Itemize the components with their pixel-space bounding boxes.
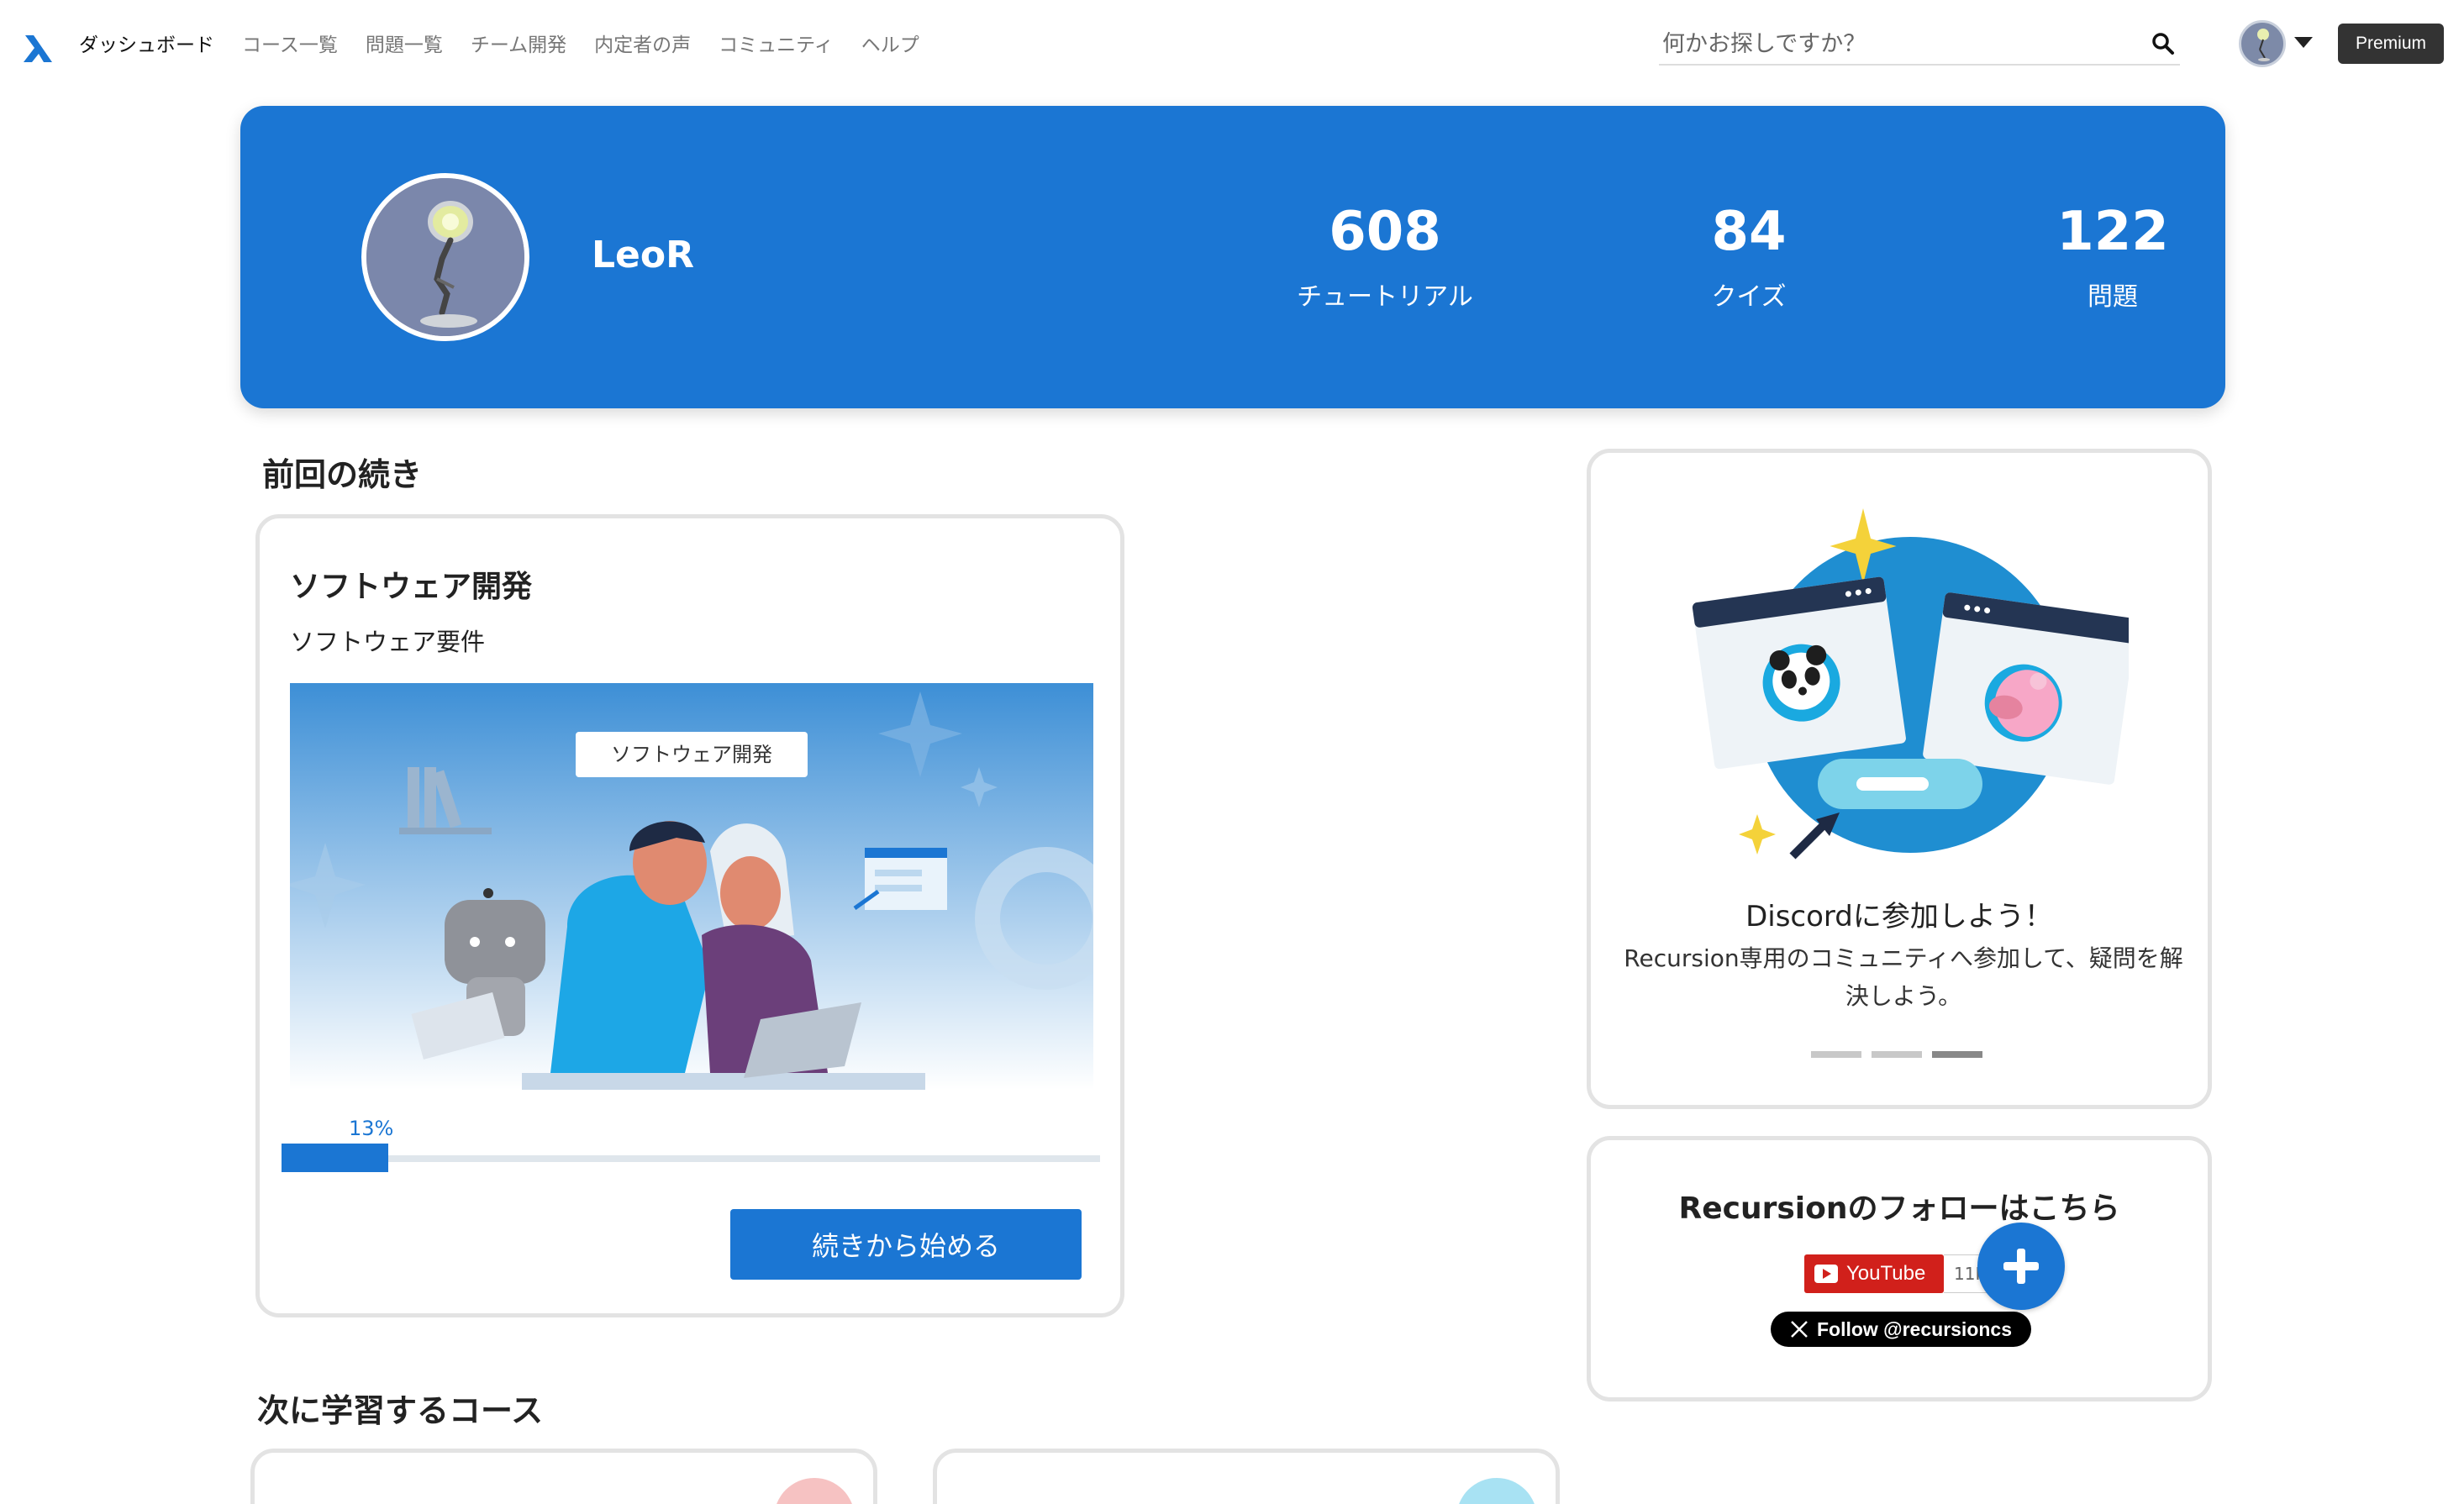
- add-fab-button[interactable]: [1977, 1223, 2065, 1310]
- carousel-dot[interactable]: [1872, 1051, 1922, 1058]
- x-follow-button[interactable]: Follow @recursioncs: [1771, 1312, 2031, 1347]
- search-input[interactable]: [1659, 27, 2130, 60]
- top-nav: ダッシュボード コース一覧 問題一覧 チーム開発 内定者の声 コミュニティ ヘル…: [0, 0, 2464, 87]
- next-course-card[interactable]: [250, 1449, 877, 1504]
- course-badge-icon: [774, 1478, 855, 1504]
- course-badge-icon: [1456, 1478, 1537, 1504]
- lesson-title: ソフトウェア要件: [290, 628, 486, 656]
- stat-quizzes-value: 84: [1711, 201, 1787, 263]
- nav-links: ダッシュボード コース一覧 問題一覧 チーム開発 内定者の声 コミュニティ ヘル…: [79, 29, 947, 57]
- next-course-card[interactable]: [933, 1449, 1560, 1504]
- search-icon[interactable]: [2151, 32, 2175, 55]
- nav-community-link[interactable]: コミュニティ: [719, 29, 834, 57]
- stat-problems-label: 問題: [2088, 282, 2138, 312]
- lamp-avatar-icon: [2257, 29, 2270, 61]
- illustration-caption: ソフトウェア開発: [611, 743, 772, 766]
- progress-track: [282, 1155, 1100, 1162]
- recursion-logo-icon[interactable]: [20, 29, 57, 66]
- nav-problems-link[interactable]: 問題一覧: [366, 29, 443, 57]
- nav-dashboard-link[interactable]: ダッシュボード: [79, 29, 214, 57]
- progress-fill: [282, 1144, 388, 1172]
- carousel-dot-active[interactable]: [1932, 1051, 1982, 1058]
- follow-card: Recursionのフォローはこちら YouTube 11K Follow @r…: [1587, 1136, 2212, 1401]
- progress-percent: 13%: [349, 1117, 394, 1140]
- stat-tutorials-label: チュートリアル: [1297, 282, 1473, 312]
- stat-quizzes: 84 クイズ: [1623, 205, 1875, 313]
- software-dev-illustration-icon: ソフトウェア開発: [290, 683, 1093, 1090]
- x-logo-icon: [1791, 1321, 1808, 1338]
- course-illustration: ソフトウェア開発: [290, 683, 1093, 1090]
- profile-name: LeoR: [592, 234, 694, 276]
- nav-testimonials-link[interactable]: 内定者の声: [594, 29, 691, 57]
- continue-course-card[interactable]: ソフトウェア開発 ソフトウェア要件 ソフトウェア開発 13% 続きから始める: [255, 514, 1124, 1317]
- profile-avatar: [361, 173, 529, 341]
- profile-banner: LeoR 608 チュートリアル 84 クイズ 122 問題: [240, 106, 2225, 408]
- carousel-dot[interactable]: [1811, 1051, 1861, 1058]
- discord-card[interactable]: Discordに参加しよう！ Recursion専用のコミュニティへ参加して、疑…: [1587, 449, 2212, 1109]
- youtube-button[interactable]: YouTube: [1804, 1254, 1944, 1293]
- youtube-subscribe[interactable]: YouTube 11K: [1804, 1254, 1998, 1293]
- youtube-icon: [1814, 1265, 1838, 1283]
- nav-courses-link[interactable]: コース一覧: [242, 29, 338, 57]
- discord-description: Recursion専用のコミュニティへ参加して、疑問を解決しよう。: [1624, 944, 2183, 1010]
- next-courses-section-title: 次に学習するコース: [257, 1392, 544, 1429]
- carousel-indicator: [1811, 1051, 1982, 1058]
- stat-tutorials-value: 608: [1329, 201, 1441, 263]
- continue-section-title: 前回の続き: [262, 456, 423, 493]
- stat-quizzes-label: クイズ: [1711, 282, 1787, 312]
- course-title: ソフトウェア開発: [290, 570, 533, 604]
- continue-button[interactable]: 続きから始める: [730, 1209, 1082, 1280]
- nav-team-dev-link[interactable]: チーム開発: [471, 29, 566, 57]
- stat-tutorials: 608 チュートリアル: [1259, 205, 1511, 313]
- desk-lamp-icon: [366, 178, 524, 336]
- discord-community-illustration-icon: [1692, 508, 2129, 860]
- search-bar: [1659, 27, 2180, 66]
- discord-title: Discordに参加しよう！: [1745, 900, 2053, 933]
- follow-title: Recursionのフォローはこちら: [1678, 1191, 2120, 1226]
- youtube-label: YouTube: [1846, 1262, 1926, 1285]
- account-menu-chevron-down-icon[interactable]: [2294, 37, 2313, 48]
- x-follow-label: Follow @recursioncs: [1816, 1317, 2013, 1340]
- nav-help-link[interactable]: ヘルプ: [861, 29, 919, 57]
- stat-problems: 122 問題: [1987, 205, 2239, 313]
- stat-problems-value: 122: [2056, 201, 2169, 263]
- premium-button[interactable]: Premium: [2338, 24, 2444, 64]
- user-avatar[interactable]: [2239, 20, 2286, 67]
- plus-icon: [2003, 1249, 2039, 1284]
